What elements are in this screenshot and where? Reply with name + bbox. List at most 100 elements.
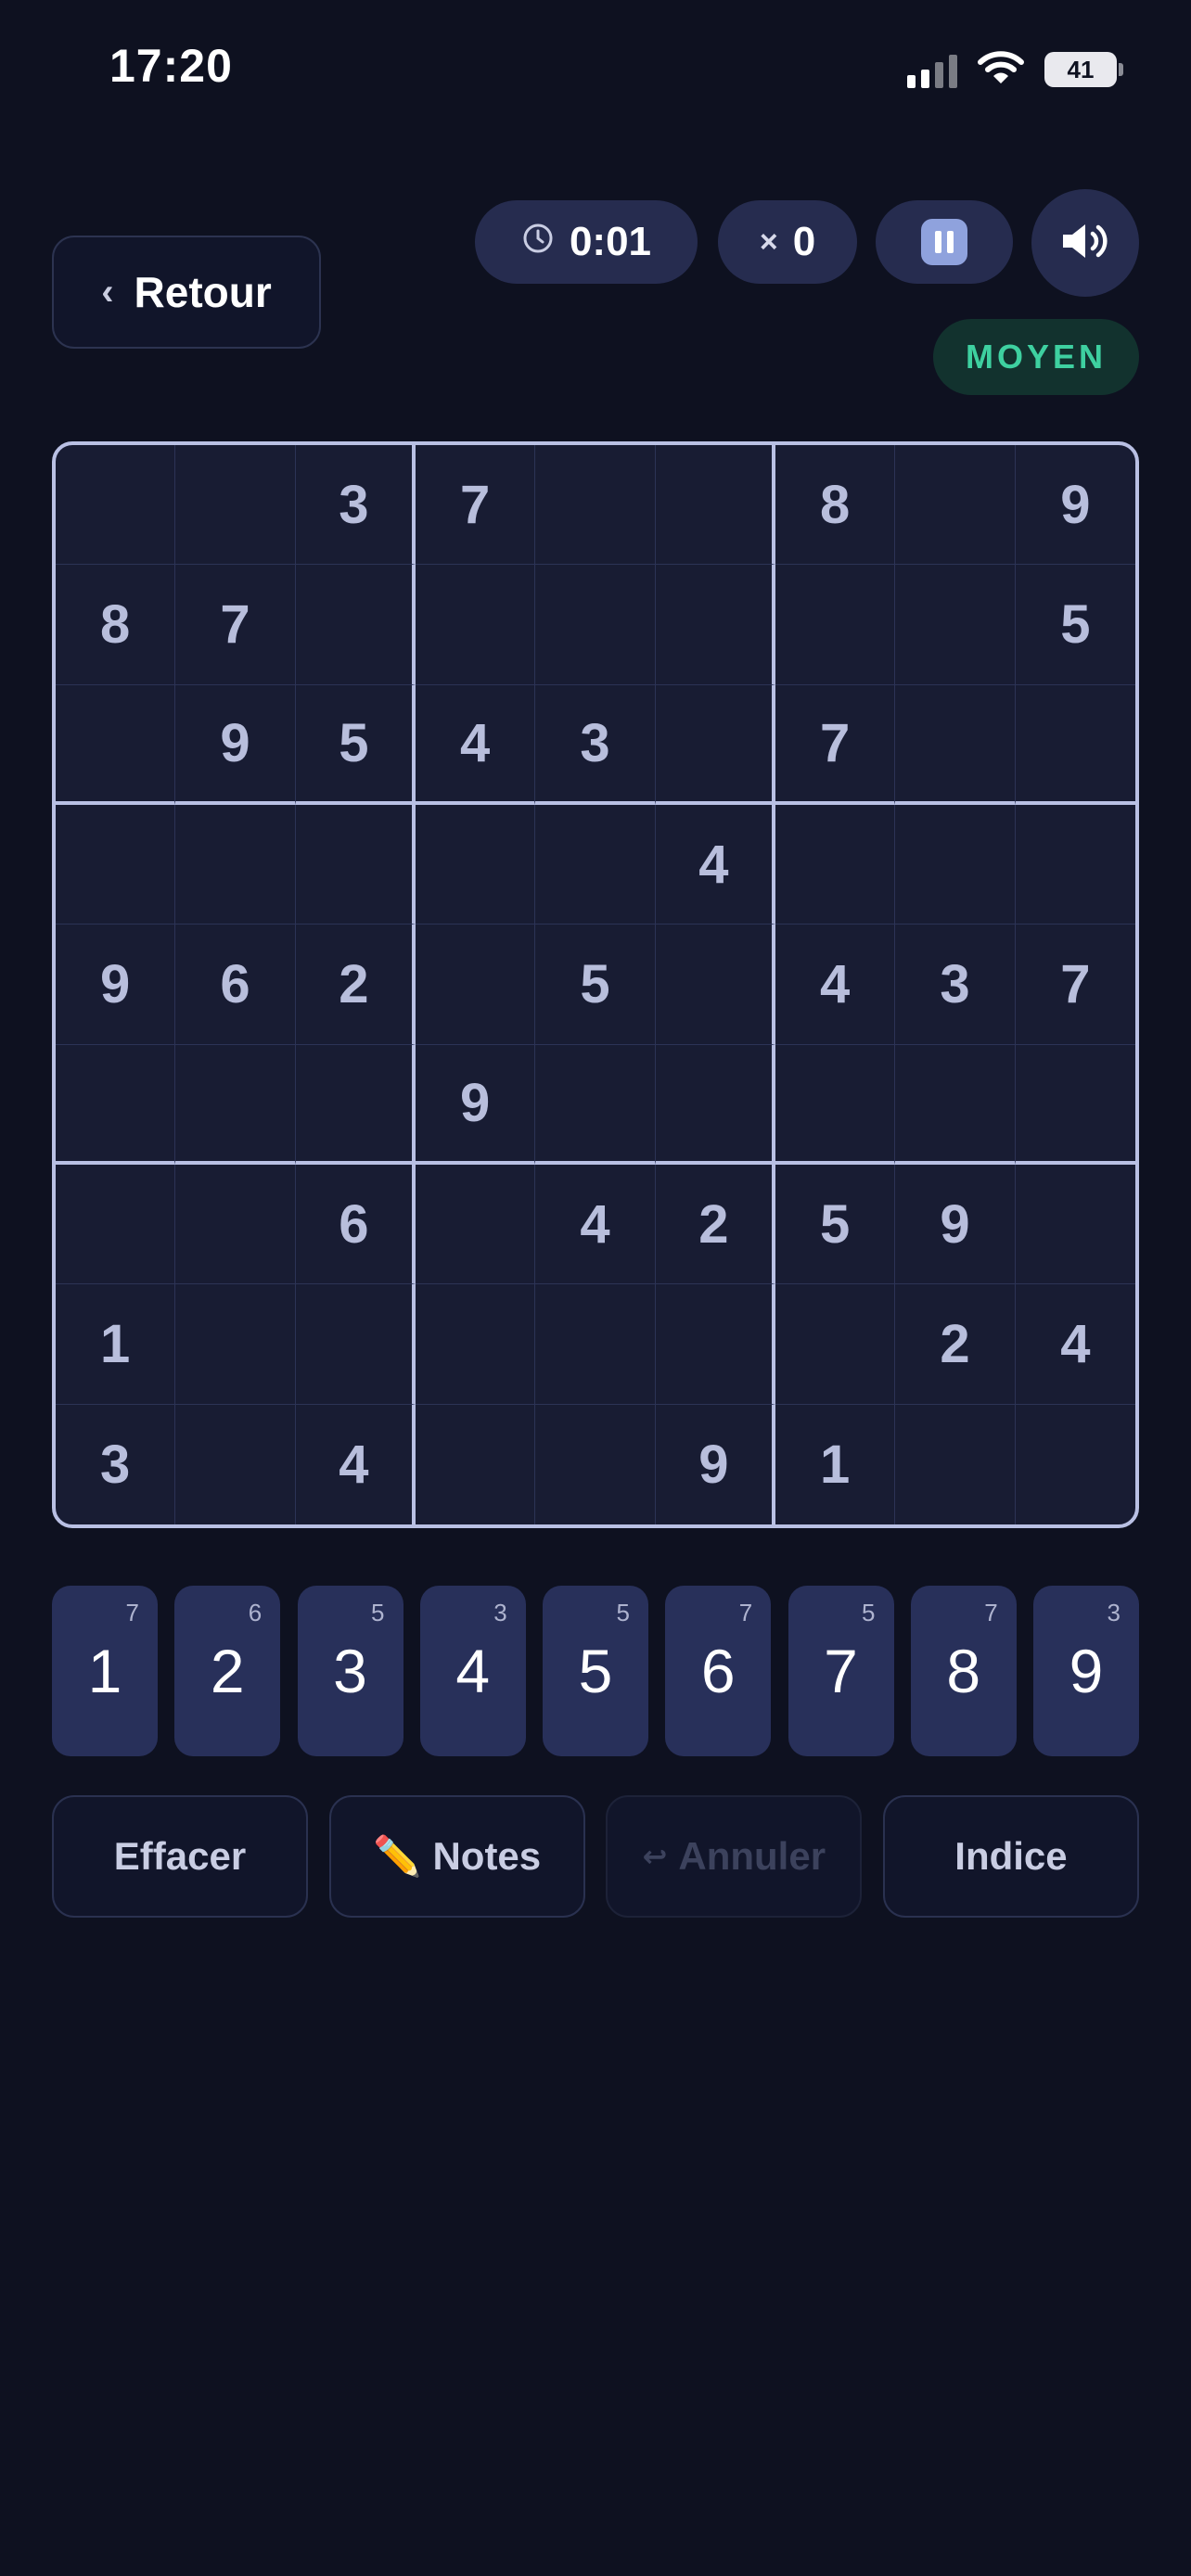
sudoku-cell[interactable] <box>535 565 656 685</box>
sudoku-cell[interactable] <box>535 445 656 566</box>
sudoku-cell[interactable]: 9 <box>656 1404 775 1524</box>
number-key-4[interactable]: 34 <box>419 1586 526 1756</box>
erase-button[interactable]: Effacer <box>52 1795 308 1918</box>
sudoku-cell[interactable] <box>416 1404 536 1524</box>
sudoku-cell[interactable]: 4 <box>655 804 775 925</box>
sudoku-cell[interactable] <box>895 445 1016 566</box>
sudoku-cell[interactable] <box>56 445 176 566</box>
sudoku-cell[interactable] <box>415 565 536 685</box>
sudoku-cell[interactable] <box>1015 805 1135 925</box>
sudoku-cell[interactable]: 5 <box>775 1164 896 1285</box>
sudoku-cell[interactable] <box>295 1284 416 1405</box>
number-key-7[interactable]: 57 <box>788 1586 894 1756</box>
number-key-digit: 7 <box>824 1637 858 1705</box>
sudoku-cell[interactable] <box>775 565 896 685</box>
number-key-digit: 3 <box>333 1637 367 1705</box>
sudoku-cell[interactable]: 3 <box>535 684 656 805</box>
sudoku-cell[interactable] <box>56 1044 176 1165</box>
sudoku-cell[interactable]: 1 <box>775 1404 896 1524</box>
sudoku-cell[interactable]: 4 <box>775 925 896 1045</box>
sudoku-cell[interactable] <box>775 1284 896 1405</box>
sudoku-cell[interactable] <box>535 1044 656 1165</box>
sudoku-cell[interactable]: 6 <box>295 1164 416 1285</box>
sudoku-cell[interactable]: 3 <box>295 445 416 566</box>
sudoku-cell[interactable] <box>535 804 656 925</box>
sudoku-cell[interactable] <box>535 1404 656 1524</box>
sudoku-cell[interactable] <box>655 445 775 566</box>
sudoku-cell[interactable] <box>56 804 176 925</box>
sudoku-cell[interactable]: 6 <box>175 925 296 1045</box>
sudoku-cell[interactable]: 3 <box>56 1404 176 1524</box>
number-key-1[interactable]: 71 <box>52 1586 158 1756</box>
sudoku-cell[interactable] <box>175 445 296 566</box>
sudoku-cell[interactable]: 2 <box>655 1164 775 1285</box>
number-key-digit: 8 <box>946 1637 981 1705</box>
sudoku-cell[interactable] <box>295 1044 416 1165</box>
sudoku-cell[interactable] <box>655 1044 775 1165</box>
sudoku-cell[interactable] <box>1015 1045 1135 1165</box>
sudoku-cell[interactable]: 1 <box>56 1284 176 1405</box>
sudoku-cell[interactable]: 7 <box>175 565 296 685</box>
sudoku-cell[interactable] <box>1015 685 1135 805</box>
sudoku-cell[interactable] <box>175 1044 296 1165</box>
sudoku-cell[interactable] <box>895 1404 1016 1524</box>
sudoku-cell[interactable] <box>1016 1405 1135 1524</box>
sudoku-cell[interactable]: 7 <box>1015 925 1135 1045</box>
sudoku-cell[interactable] <box>175 1164 296 1285</box>
sudoku-cell[interactable]: 4 <box>415 684 536 805</box>
sudoku-cell[interactable]: 5 <box>1015 565 1135 685</box>
pause-button[interactable] <box>876 200 1013 284</box>
sudoku-cell[interactable] <box>895 1044 1016 1165</box>
sudoku-cell[interactable] <box>175 1284 296 1405</box>
number-key-9[interactable]: 39 <box>1033 1586 1139 1756</box>
sudoku-cell[interactable]: 4 <box>1015 1284 1135 1405</box>
number-key-5[interactable]: 55 <box>543 1586 648 1756</box>
sudoku-cell[interactable] <box>415 925 536 1045</box>
sudoku-cell[interactable] <box>415 1164 536 1285</box>
sudoku-cell[interactable]: 5 <box>535 925 656 1045</box>
number-key-8[interactable]: 78 <box>910 1586 1017 1756</box>
sudoku-cell[interactable] <box>1015 1165 1135 1285</box>
sudoku-cell[interactable]: 9 <box>175 684 296 805</box>
sudoku-cell[interactable] <box>56 1164 176 1285</box>
sudoku-cell[interactable] <box>895 684 1016 805</box>
sudoku-cell[interactable]: 7 <box>775 684 896 805</box>
notes-button[interactable]: ✏️ Notes <box>328 1795 585 1918</box>
sudoku-cell[interactable]: 2 <box>295 925 416 1045</box>
sudoku-cell[interactable]: 2 <box>895 1284 1016 1405</box>
sudoku-cell[interactable]: 9 <box>56 925 176 1045</box>
sudoku-cell[interactable] <box>295 804 416 925</box>
back-button[interactable]: ‹ Retour <box>52 236 321 349</box>
undo-button[interactable]: ↩ Annuler <box>606 1795 863 1918</box>
sudoku-cell[interactable] <box>655 1284 775 1405</box>
hint-button[interactable]: Indice <box>882 1795 1139 1918</box>
number-key-2[interactable]: 62 <box>174 1586 281 1756</box>
sudoku-cell[interactable] <box>655 565 775 685</box>
sudoku-cell[interactable] <box>775 804 896 925</box>
sudoku-cell[interactable]: 7 <box>415 445 536 566</box>
sudoku-cell[interactable] <box>775 1044 896 1165</box>
sudoku-cell[interactable] <box>175 1404 296 1524</box>
sudoku-cell[interactable]: 8 <box>775 445 896 566</box>
sudoku-cell[interactable]: 5 <box>295 684 416 805</box>
sudoku-cell[interactable] <box>895 804 1016 925</box>
sudoku-cell[interactable] <box>295 565 416 685</box>
sudoku-cell[interactable]: 4 <box>535 1164 656 1285</box>
sudoku-cell[interactable] <box>655 684 775 805</box>
sudoku-cell[interactable]: 3 <box>895 925 1016 1045</box>
sudoku-cell[interactable] <box>535 1284 656 1405</box>
sudoku-cell[interactable] <box>415 1284 536 1405</box>
sudoku-cell[interactable]: 9 <box>1015 445 1135 566</box>
number-key-6[interactable]: 76 <box>665 1586 772 1756</box>
sudoku-cell[interactable] <box>415 804 536 925</box>
sudoku-cell[interactable]: 9 <box>895 1164 1016 1285</box>
sudoku-cell[interactable]: 4 <box>296 1404 416 1524</box>
sudoku-cell[interactable]: 9 <box>415 1044 536 1165</box>
sudoku-cell[interactable] <box>655 925 775 1045</box>
number-key-3[interactable]: 53 <box>297 1586 403 1756</box>
sound-button[interactable] <box>1031 189 1139 297</box>
sudoku-cell[interactable] <box>895 565 1016 685</box>
sudoku-cell[interactable]: 8 <box>56 565 176 685</box>
sudoku-cell[interactable] <box>175 804 296 925</box>
sudoku-cell[interactable] <box>56 684 176 805</box>
